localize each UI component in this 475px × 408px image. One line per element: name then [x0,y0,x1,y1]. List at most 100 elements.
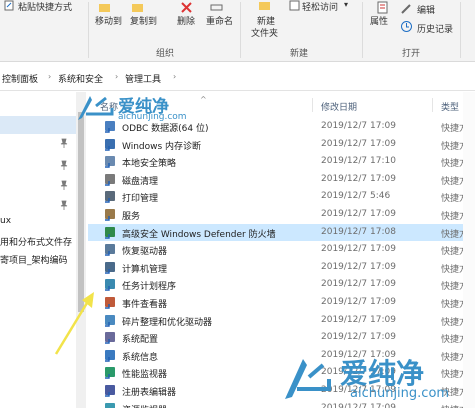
pin-icon[interactable] [60,200,68,210]
shortcut-icon [105,191,115,204]
group-new-label: 新建 [290,49,309,59]
shortcut-icon [105,402,115,408]
history-button[interactable]: 历史记录 [417,22,453,35]
shortcut-icon [105,261,115,274]
paste-shortcut-button[interactable]: 粘贴快捷方式 [18,0,72,13]
shortcut-icon [105,173,115,186]
edit-button[interactable]: 编辑 [417,3,435,16]
file-row[interactable]: 服务 2019/12/7 17:09 快捷方式 [88,206,475,223]
paste-shortcut-icon [4,0,14,11]
watermark-logo-icon [78,96,114,120]
file-row[interactable]: Windows 内存诊断 2019/12/7 17:09 快捷方式 [88,136,475,153]
pin-icon[interactable] [60,138,68,148]
rename-button[interactable]: 重命名 [206,14,233,27]
chevron-right-icon[interactable]: › [173,72,176,81]
navigation-pane[interactable]: ux 用和分布式文件存 寄项目_架构编码 [0,92,76,408]
chevron-right-icon[interactable]: › [48,72,51,81]
history-icon [401,21,412,32]
file-row[interactable]: 打印管理 2019/12/7 5:46 快捷方式 [88,188,475,205]
file-name: 事件查看器 [122,300,168,310]
nav-item[interactable]: 寄项目_架构编码 [0,253,76,266]
delete-button[interactable]: 删除 [177,14,195,27]
rename-icon [210,4,223,11]
file-row[interactable]: 计算机管理 2019/12/7 17:09 快捷方式 [88,259,475,276]
shortcut-icon [105,244,115,256]
edit-icon [401,4,411,14]
properties-button[interactable]: 属性 [370,14,388,27]
file-name: 计算机管理 [122,264,168,275]
file-row[interactable]: 系统配置 2019/12/7 17:09 快捷方式 [88,329,475,346]
watermark-url: aichunjing.com [350,386,450,401]
breadcrumb-control-panel[interactable]: 控制面板 [2,72,38,85]
shortcut-icon [105,209,115,221]
chevron-right-icon[interactable]: › [115,72,118,81]
file-date: 2019/12/7 17:09 [321,279,396,290]
file-row[interactable]: 本地安全策略 2019/12/7 17:10 快捷方式 [88,153,475,170]
shortcut-icon [105,314,115,327]
file-date: 2019/12/7 17:09 [321,138,396,149]
move-to-icon [99,4,110,12]
group-open-label: 打开 [402,49,421,59]
column-header-date[interactable]: 修改日期 [321,100,357,113]
file-name: ODBC 数据源(64 位) [122,124,209,134]
file-name: 系统信息 [122,352,159,363]
file-row[interactable]: 碎片整理和优化驱动器 2019/12/7 17:09 快捷方式 [88,312,475,329]
pin-icon[interactable] [60,180,68,190]
pin-icon[interactable] [60,160,68,170]
new-folder-label-line2: 文件夹 [251,29,279,39]
right-edge [463,92,475,408]
properties-icon [377,1,388,14]
shortcut-icon [105,226,115,239]
new-folder-icon [259,2,270,10]
watermark-url: aichunjing.com [118,112,187,122]
file-name: Windows 内存诊断 [122,141,202,152]
file-name: 碎片整理和优化驱动器 [122,317,213,328]
file-date: 2019/12/7 17:09 [321,173,396,184]
file-date: 2019/12/7 17:09 [321,261,396,272]
ribbon: 粘贴快捷方式 移动到 复制到 删除 重命名 新建 文件夹 轻松访问 ▾ 属性 编… [0,0,475,62]
nav-item[interactable]: 用和分布式文件存 [0,235,76,248]
file-name: 恢复驱动器 [122,247,168,258]
shortcut-icon [105,279,115,292]
breadcrumb-system-security[interactable]: 系统和安全 [58,72,103,85]
pointer-arrow-icon [54,292,94,355]
file-row[interactable]: 磁盘清理 2019/12/7 17:09 快捷方式 [88,171,475,188]
shortcut-icon [105,385,115,397]
copy-to-button[interactable]: 复制到 [130,14,157,27]
file-name: 资源监视器 [122,403,167,408]
file-name: 磁盘清理 [122,176,159,187]
easy-access-icon [289,0,300,11]
file-date: 2019/12/7 5:46 [321,191,391,202]
nav-item[interactable]: ux [0,216,76,226]
delete-icon [181,2,192,13]
address-bar[interactable]: 控制面板 › 系统和安全 › 管理工具 › [0,63,475,91]
file-name: 任务计划程序 [122,282,177,293]
file-name: 高级安全 Windows Defender 防火墙 [122,229,276,240]
file-date: 2019/12/7 17:09 [321,297,396,307]
nav-scrollbar-thumb[interactable] [78,112,84,312]
shortcut-icon [105,156,115,168]
file-name: 打印管理 [122,194,159,205]
file-name: 注册表编辑器 [122,388,177,398]
file-row[interactable]: 任务计划程序 2019/12/7 17:09 快捷方式 [88,276,475,293]
file-row[interactable]: 高级安全 Windows Defender 防火墙 2019/12/7 17:08… [88,223,475,241]
file-date: 2019/12/7 17:09 [321,314,396,325]
move-to-button[interactable]: 移动到 [95,14,122,27]
shortcut-icon [105,349,115,362]
shortcut-icon [105,297,115,309]
file-name: 系统配置 [122,335,159,346]
file-date: 2019/12/7 17:08 [321,226,396,237]
nav-selected-item[interactable] [0,116,76,134]
easy-access-button[interactable]: 轻松访问 [302,0,338,13]
easy-access-dropdown-icon[interactable]: ▾ [344,0,348,9]
file-name: 本地安全策略 [122,159,177,170]
breadcrumb-admin-tools[interactable]: 管理工具 [125,72,161,85]
file-row[interactable]: 恢复驱动器 2019/12/7 17:09 快捷方式 [88,241,475,258]
shortcut-icon [105,138,115,151]
group-organize-label: 组织 [156,49,175,59]
column-header-type[interactable]: 类型 [441,100,459,113]
shortcut-icon [105,367,115,380]
file-row[interactable]: 事件查看器 2019/12/7 17:09 快捷方式 [88,294,475,311]
watermark-logo-icon [285,359,331,399]
file-name: 性能监视器 [122,370,168,381]
